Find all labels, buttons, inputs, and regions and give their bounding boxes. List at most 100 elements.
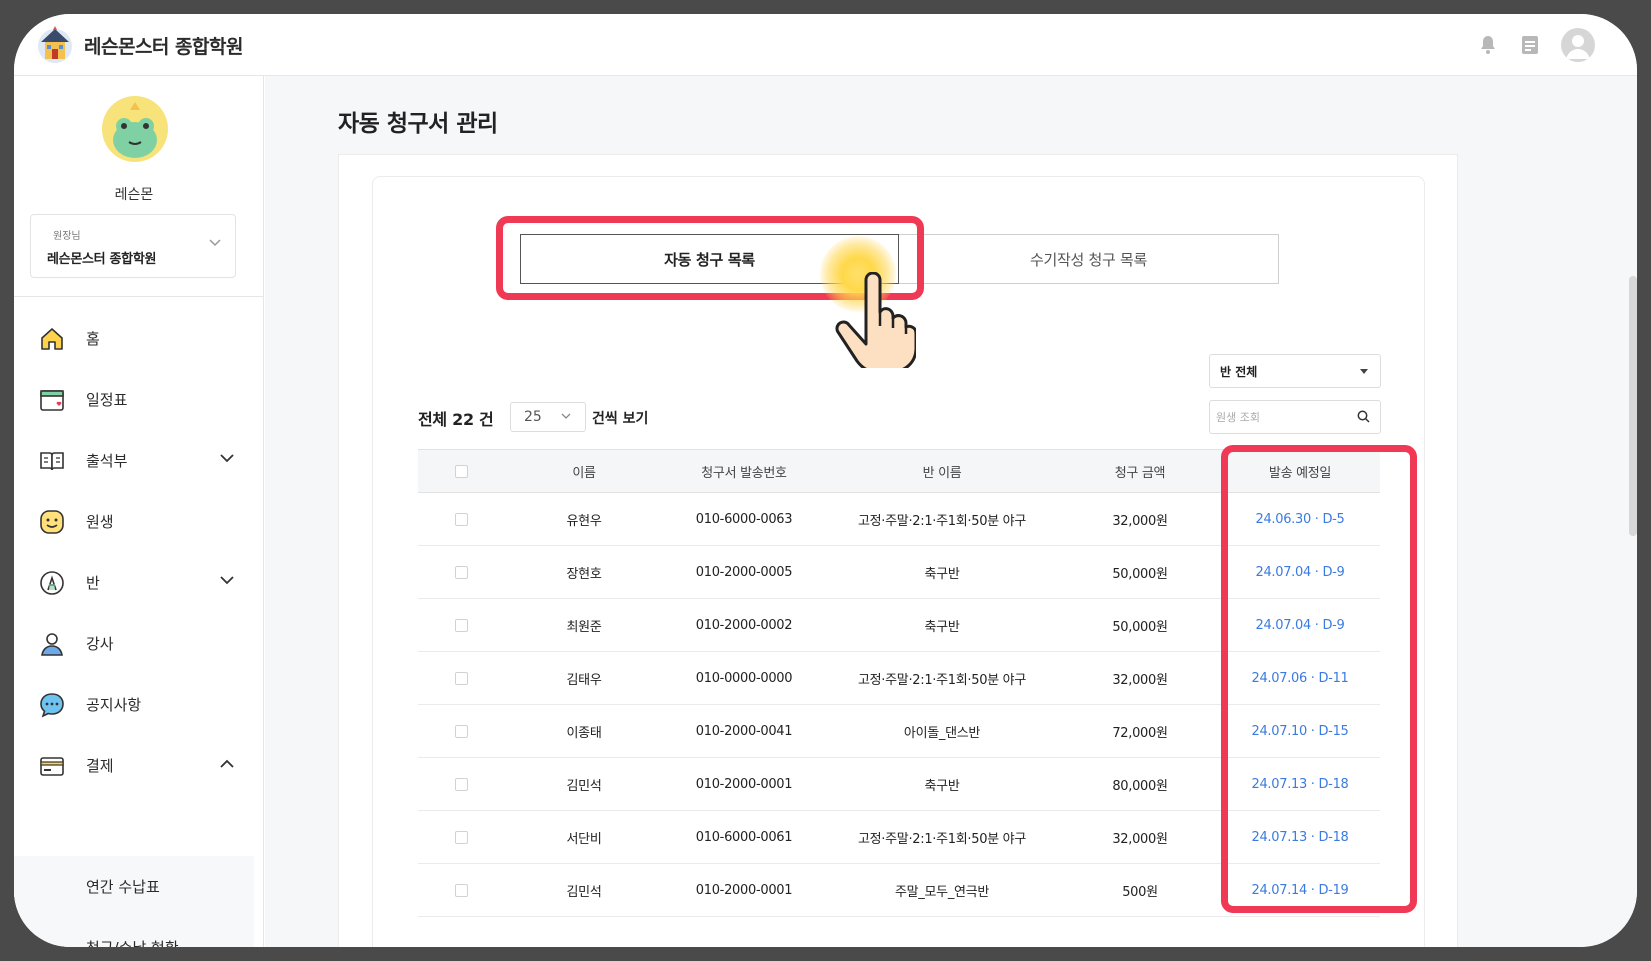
row-checkbox[interactable] bbox=[454, 671, 468, 685]
sidebar-item-label: 반 bbox=[86, 574, 100, 592]
org-selector[interactable]: 원장님 레슨몬스터 종합학원 bbox=[30, 214, 236, 278]
billing-amount: 50,000원 bbox=[1112, 619, 1168, 635]
chevron-down-icon bbox=[220, 454, 234, 463]
header-name[interactable]: 이름 bbox=[504, 450, 664, 492]
student-name: 서단비 bbox=[566, 831, 602, 847]
row-checkbox[interactable] bbox=[454, 883, 468, 897]
class-filter-select[interactable]: 반 전체 bbox=[1209, 354, 1381, 388]
tab-manual-billing-list[interactable]: 수기작성 청구 목록 bbox=[899, 234, 1279, 284]
profile-avatar bbox=[102, 96, 168, 162]
invoice-number: 010-2000-0001 bbox=[695, 882, 793, 898]
class-name: 축구반 bbox=[924, 619, 960, 635]
invoice-number: 010-6000-0061 bbox=[695, 829, 793, 845]
billing-amount: 500원 bbox=[1122, 884, 1158, 900]
row-checkbox-cell bbox=[418, 705, 504, 757]
sidebar-item-label: 홈 bbox=[86, 330, 100, 348]
row-checkbox[interactable] bbox=[454, 830, 468, 844]
main-content: 자동 청구서 관리 자동 청구 목록 수기작성 청구 목록 전체 22 건 25… bbox=[265, 76, 1637, 947]
header-invoice-no[interactable]: 청구서 발송번호 bbox=[664, 450, 824, 492]
billing-amount: 32,000원 bbox=[1112, 513, 1168, 529]
sidebar-item-label: 공지사항 bbox=[86, 696, 142, 714]
row-checkbox[interactable] bbox=[454, 512, 468, 526]
sidebar-item-attendance[interactable]: 출석부 bbox=[14, 430, 254, 491]
student-name: 김민석 bbox=[566, 778, 602, 794]
send-date-highlight-box bbox=[1221, 445, 1417, 913]
sidebar-item-label: 출석부 bbox=[86, 452, 128, 470]
device-frame: 레슨몬스터 종합학원 레슨몬 원장님 레슨몬스터 종합학원 홈 일정표 출석부 … bbox=[0, 0, 1651, 961]
bell-icon[interactable] bbox=[1477, 34, 1499, 56]
page-size-value: 25 bbox=[524, 409, 542, 425]
student-name: 최원준 bbox=[566, 619, 602, 635]
billing-amount: 32,000원 bbox=[1112, 831, 1168, 847]
student-name: 이종태 bbox=[566, 725, 602, 741]
row-checkbox-cell bbox=[418, 652, 504, 704]
invoice-number: 010-2000-0005 bbox=[695, 564, 793, 580]
sidebar-item-label: 결제 bbox=[86, 757, 114, 775]
book-icon bbox=[40, 452, 64, 471]
divider bbox=[14, 296, 264, 297]
sidebar-item-notices[interactable]: 공지사항 bbox=[14, 674, 254, 735]
invoice-number: 010-2000-0041 bbox=[695, 723, 793, 739]
class-name: 축구반 bbox=[924, 566, 960, 582]
sidebar-item-class[interactable]: 반 bbox=[14, 552, 254, 613]
sidebar-menu: 홈 일정표 출석부 원생 반 강사 공지사항 결제 bbox=[14, 308, 254, 796]
class-name: 아이돌_댄스반 bbox=[903, 725, 981, 741]
profile-name: 레슨몬 bbox=[114, 187, 154, 203]
sidebar-item-label: 원생 bbox=[86, 513, 114, 531]
app-screen: 레슨몬스터 종합학원 레슨몬 원장님 레슨몬스터 종합학원 홈 일정표 출석부 … bbox=[14, 14, 1637, 947]
school-logo-icon bbox=[38, 26, 72, 63]
chevron-down-icon bbox=[220, 576, 234, 585]
chevron-up-icon bbox=[220, 759, 234, 768]
class-name: 고정·주말·2:1·주1회·50분 야구 bbox=[857, 513, 1027, 529]
page-title: 자동 청구서 관리 bbox=[338, 111, 498, 137]
user-avatar[interactable] bbox=[1561, 28, 1595, 62]
per-page-label: 건씩 보기 bbox=[592, 411, 649, 427]
billing-amount: 50,000원 bbox=[1112, 566, 1168, 582]
class-filter-value: 반 전체 bbox=[1220, 365, 1258, 379]
document-icon[interactable] bbox=[1519, 34, 1541, 56]
student-name: 유현우 bbox=[566, 513, 602, 529]
select-all-checkbox[interactable] bbox=[454, 464, 468, 478]
invoice-number: 010-2000-0001 bbox=[695, 776, 793, 792]
calendar-icon bbox=[40, 390, 64, 411]
chat-icon bbox=[40, 693, 64, 718]
billing-amount: 80,000원 bbox=[1112, 778, 1168, 794]
billing-amount: 32,000원 bbox=[1112, 672, 1168, 688]
sidebar-item-label: 강사 bbox=[86, 635, 114, 653]
row-checkbox[interactable] bbox=[454, 565, 468, 579]
page-size-select[interactable]: 25 bbox=[510, 402, 586, 432]
sidebar-item-schedule[interactable]: 일정표 bbox=[14, 369, 254, 430]
caret-down-icon bbox=[1360, 369, 1368, 374]
class-name: 고정·주말·2:1·주1회·50분 야구 bbox=[857, 672, 1027, 688]
sidebar-item-label: 일정표 bbox=[86, 391, 128, 409]
sidebar-item-payment[interactable]: 결제 bbox=[14, 735, 254, 796]
submenu-billing-status[interactable]: 청구/수납 현황 bbox=[86, 937, 179, 947]
row-checkbox[interactable] bbox=[454, 724, 468, 738]
row-checkbox-cell bbox=[418, 758, 504, 810]
class-icon bbox=[40, 571, 64, 595]
header-amount[interactable]: 청구 금액 bbox=[1060, 450, 1220, 492]
header-class[interactable]: 반 이름 bbox=[824, 450, 1060, 492]
row-checkbox[interactable] bbox=[454, 777, 468, 791]
row-checkbox-cell bbox=[418, 811, 504, 863]
invoice-number: 010-2000-0002 bbox=[695, 617, 793, 633]
search-icon[interactable] bbox=[1357, 410, 1370, 423]
submenu-annual-payments[interactable]: 연간 수납표 bbox=[86, 876, 160, 897]
sidebar-item-students[interactable]: 원생 bbox=[14, 491, 254, 552]
scrollbar[interactable] bbox=[1629, 276, 1637, 536]
smile-icon bbox=[40, 510, 64, 534]
row-checkbox-cell bbox=[418, 599, 504, 651]
sidebar-item-teachers[interactable]: 강사 bbox=[14, 613, 254, 674]
student-name: 김태우 bbox=[566, 672, 602, 688]
sidebar-item-home[interactable]: 홈 bbox=[14, 308, 254, 369]
top-bar: 레슨몬스터 종합학원 bbox=[14, 14, 1637, 76]
card-icon bbox=[40, 757, 64, 776]
student-search-input[interactable] bbox=[1216, 406, 1346, 428]
class-name: 주말_모두_연극반 bbox=[894, 884, 990, 900]
top-actions bbox=[1477, 28, 1595, 62]
row-checkbox[interactable] bbox=[454, 618, 468, 632]
user-icon bbox=[1566, 35, 1590, 59]
class-name: 고정·주말·2:1·주1회·50분 야구 bbox=[857, 831, 1027, 847]
payment-submenu: 연간 수납표 청구/수납 현황 bbox=[14, 856, 254, 947]
invoice-number: 010-6000-0063 bbox=[695, 511, 793, 527]
